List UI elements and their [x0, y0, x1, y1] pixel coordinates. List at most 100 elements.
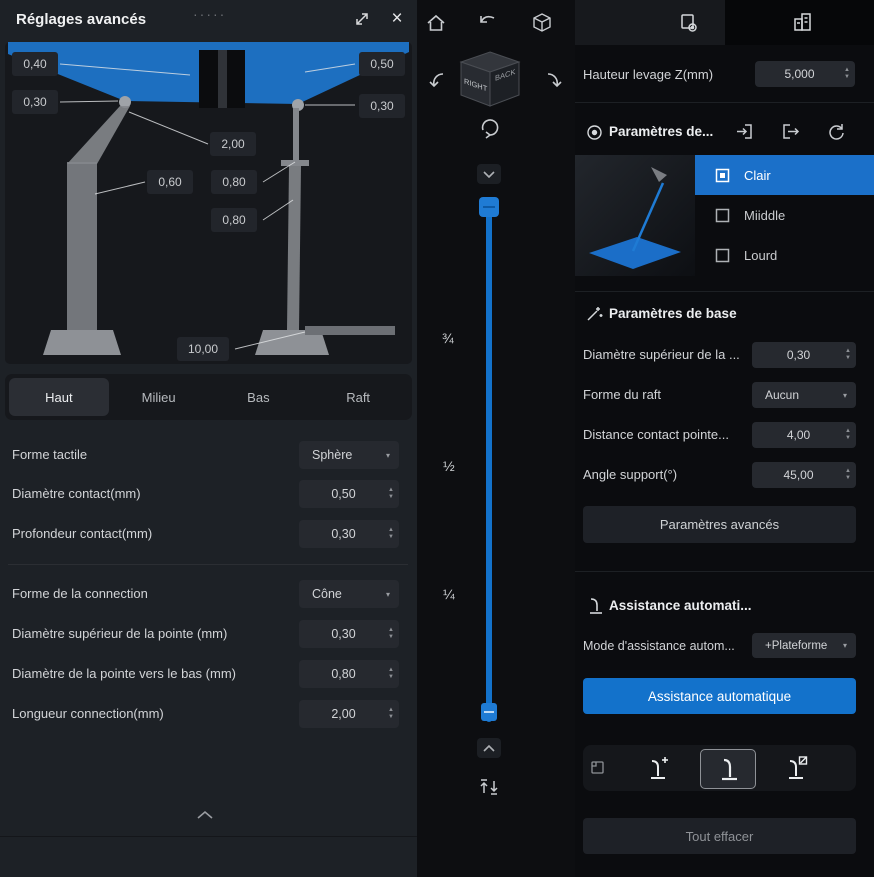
panel-title: Réglages avancés [16, 11, 147, 28]
import-profile-icon[interactable] [735, 122, 754, 141]
move-z-icon[interactable] [478, 776, 500, 798]
dimension-label: 0,80 [211, 208, 257, 232]
raft-shape-dropdown[interactable]: Aucun ▾ [752, 382, 856, 408]
spinner-arrows[interactable]: ▲ ▼ [845, 468, 851, 481]
field-label: Profondeur contact(mm) [12, 526, 153, 541]
chevron-down-icon: ▾ [385, 450, 390, 460]
slider-mark-three-quarters: ¾ [442, 330, 454, 346]
layer-slider-handle[interactable] [479, 197, 499, 217]
expand-icon[interactable] [352, 9, 372, 29]
profile-item-clair[interactable]: Clair [695, 155, 874, 195]
field-label: Forme tactile [12, 447, 88, 462]
tab-milieu[interactable]: Milieu [109, 378, 209, 416]
edit-pen-supports-icon [789, 756, 808, 779]
divider [0, 836, 417, 837]
cube-view-icon[interactable] [531, 12, 553, 34]
lift-height-input[interactable]: 5,000 ▲ ▼ [755, 61, 855, 87]
tab-machine[interactable] [725, 0, 874, 45]
support-icon [722, 758, 737, 781]
tip-upper-diameter-input[interactable]: 0,30 ▲ ▼ [299, 620, 399, 648]
support-settings-panel: Hauteur levage Z(mm) 5,000 ▲ ▼ Paramètres… [575, 0, 874, 877]
chevron-down-icon: ▾ [842, 390, 847, 400]
unselected-profile-icon [715, 248, 730, 262]
clear-all-button[interactable]: Tout effacer [583, 818, 856, 854]
dock-icon[interactable] [590, 760, 605, 775]
support-angle-input[interactable]: 45,00 ▲ ▼ [752, 462, 856, 488]
tip-lower-diameter-input[interactable]: 0,80 ▲ ▼ [299, 660, 399, 688]
connection-shape-dropdown[interactable]: Cône ▾ [299, 580, 399, 608]
tab-print-settings[interactable] [575, 0, 725, 45]
tip-diameter-input[interactable]: 0,30 ▲ ▼ [752, 342, 856, 368]
spinner-arrows[interactable]: ▲ ▼ [845, 428, 851, 441]
support-diagram-canvas [8, 42, 409, 355]
divider [8, 564, 408, 565]
contact-depth-input[interactable]: 0,30 ▲ ▼ [299, 520, 399, 548]
auto-assist-button[interactable]: Assistance automatique [583, 678, 856, 714]
spinner-arrows[interactable]: ▲ ▼ [388, 527, 394, 540]
home-view-icon[interactable] [425, 12, 447, 34]
add-supports-button[interactable] [630, 749, 684, 787]
field-label: Diamètre supérieur de la pointe (mm) [12, 626, 228, 641]
spinner-arrows[interactable]: ▲ ▼ [388, 627, 394, 640]
spinner-arrows[interactable]: ▲ ▼ [388, 667, 394, 680]
undo-icon[interactable] [477, 10, 499, 32]
auto-section-title: Assistance automati... [609, 598, 752, 613]
tab-bas[interactable]: Bas [209, 378, 309, 416]
field-label: Distance contact pointe... [583, 427, 729, 442]
field-label: Forme du raft [583, 387, 662, 402]
profile-preview-image [575, 155, 695, 276]
divider [575, 571, 874, 572]
export-profile-icon[interactable] [781, 122, 800, 141]
tab-raft[interactable]: Raft [308, 378, 408, 416]
slider-mark-quarter: ¼ [443, 586, 455, 602]
slider-step-up-button[interactable] [477, 738, 501, 758]
divider [575, 102, 874, 103]
drag-handle[interactable]: ····· [193, 6, 226, 22]
layer-slider-lower-handle[interactable] [481, 703, 497, 721]
profile-item-miiddle[interactable]: Miiddle [695, 195, 874, 235]
auto-support-icon [588, 597, 604, 615]
advanced-settings-button[interactable]: Paramètres avancés [583, 506, 856, 543]
magic-wand-icon [585, 305, 603, 323]
layer-slider-track[interactable] [486, 198, 492, 722]
rotate-right-icon[interactable] [543, 70, 563, 92]
profile-item-lourd[interactable]: Lourd [695, 235, 874, 275]
modify-supports-button[interactable] [768, 749, 822, 787]
dimension-label: 0,80 [211, 170, 257, 194]
field-label: Diamètre de la pointe vers le bas (mm) [12, 666, 236, 681]
field-label: Diamètre contact(mm) [12, 486, 141, 501]
divider [575, 291, 874, 292]
rotate-left-icon[interactable] [428, 70, 448, 92]
selected-profile-icon [715, 168, 730, 182]
field-label: Angle support(°) [583, 467, 678, 482]
spinner-arrows[interactable]: ▲ ▼ [388, 487, 394, 500]
add-supports-icon [651, 757, 668, 779]
rotate-view-icon[interactable] [478, 116, 502, 140]
orientation-cube[interactable]: RIGHT BACK [457, 50, 523, 110]
base-section-title: Paramètres de base [609, 306, 737, 321]
field-label: Longueur connection(mm) [12, 706, 164, 721]
field-label: Forme de la connection [12, 586, 148, 601]
connection-length-input[interactable]: 2,00 ▲ ▼ [299, 700, 399, 728]
close-icon[interactable]: × [387, 9, 407, 29]
slider-step-down-button[interactable] [477, 164, 501, 184]
dimension-label: 0,30 [359, 94, 405, 118]
dimension-label: 0,40 [12, 52, 58, 76]
contact-diameter-input[interactable]: 0,50 ▲ ▼ [299, 480, 399, 508]
spinner-arrows[interactable]: ▲ ▼ [844, 67, 850, 80]
tab-haut[interactable]: Haut [9, 378, 109, 416]
dimension-label: 0,30 [12, 90, 58, 114]
reset-profile-icon[interactable] [827, 122, 846, 141]
chevron-down-icon: ▾ [842, 641, 847, 650]
touch-shape-dropdown[interactable]: Sphère ▾ [299, 441, 399, 469]
spinner-arrows[interactable]: ▲ ▼ [845, 348, 851, 361]
unselected-profile-icon [715, 208, 730, 222]
spinner-arrows[interactable]: ▲ ▼ [388, 707, 394, 720]
auto-mode-dropdown[interactable]: +Plateforme ▾ [752, 633, 856, 658]
contact-distance-input[interactable]: 4,00 ▲ ▼ [752, 422, 856, 448]
slider-mark-half: ½ [443, 458, 455, 474]
edit-supports-button[interactable] [700, 749, 756, 789]
collapse-chevron-icon[interactable] [196, 810, 214, 820]
support-section-tabs: Haut Milieu Bas Raft [5, 374, 412, 420]
lift-height-label: Hauteur levage Z(mm) [583, 67, 714, 82]
